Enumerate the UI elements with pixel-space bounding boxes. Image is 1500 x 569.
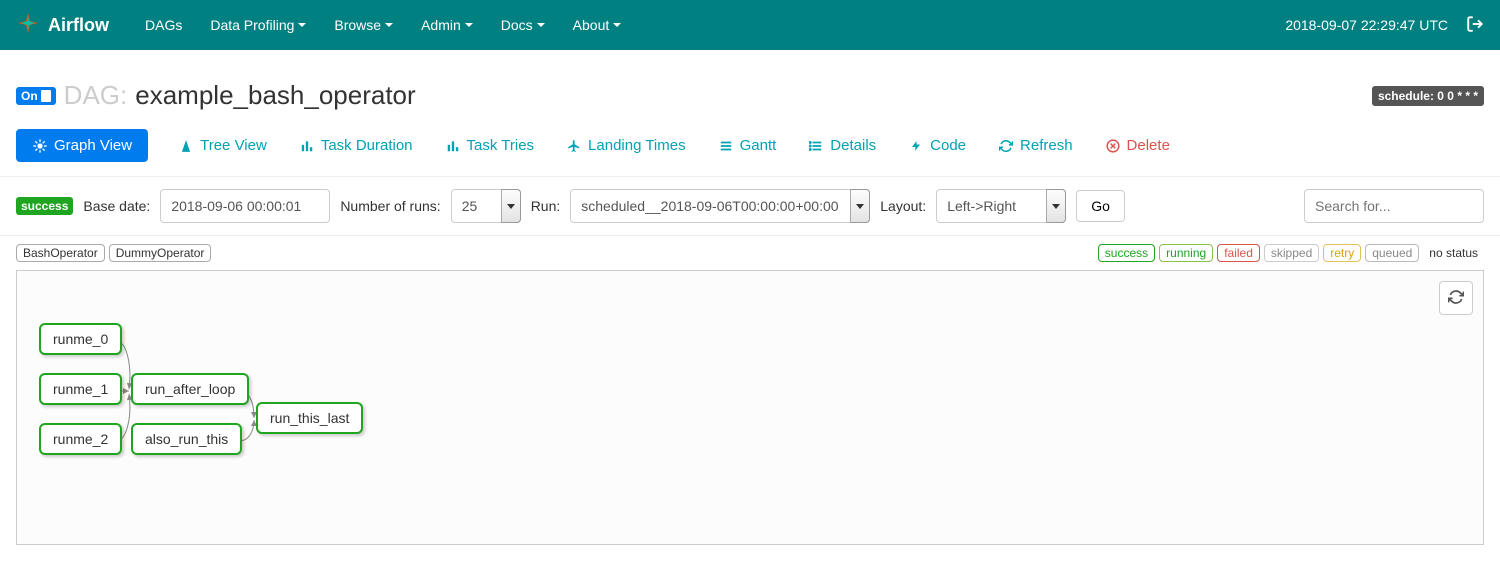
tab-code[interactable]: Code [892, 129, 982, 162]
state-legend: success running failed skipped retry que… [1098, 244, 1484, 262]
controls-row: success Base date: Number of runs: Run: … [0, 177, 1500, 236]
node-run-after-loop[interactable]: run_after_loop [131, 373, 249, 405]
num-runs-label: Number of runs: [340, 198, 440, 214]
delete-icon [1105, 138, 1121, 154]
schedule-badge: schedule: 0 0 * * * [1372, 86, 1484, 106]
tab-task-tries[interactable]: Task Tries [429, 129, 551, 162]
view-tabs: Graph View Tree View Task Duration Task … [0, 121, 1500, 177]
dag-id: example_bash_operator [135, 80, 415, 111]
tab-gantt[interactable]: Gantt [702, 129, 793, 162]
caret-icon [537, 23, 545, 27]
list-icon [718, 138, 734, 154]
run-status-badge: success [16, 197, 73, 215]
list-icon [808, 138, 824, 154]
state-failed[interactable]: failed [1217, 244, 1260, 262]
tab-refresh[interactable]: Refresh [982, 129, 1089, 162]
brand-logo-icon [16, 11, 48, 40]
state-skipped[interactable]: skipped [1264, 244, 1319, 262]
state-retry[interactable]: retry [1323, 244, 1361, 262]
tab-details[interactable]: Details [792, 129, 892, 162]
tab-task-duration[interactable]: Task Duration [283, 129, 429, 162]
dag-label: DAG: [64, 80, 128, 111]
state-queued[interactable]: queued [1365, 244, 1419, 262]
operator-legend: BashOperator DummyOperator [16, 244, 211, 262]
search-input[interactable] [1304, 189, 1484, 223]
node-runme-0[interactable]: runme_0 [39, 323, 122, 355]
state-success[interactable]: success [1098, 244, 1155, 262]
caret-icon [298, 23, 306, 27]
base-date-input[interactable] [160, 189, 330, 223]
tab-delete[interactable]: Delete [1089, 129, 1186, 162]
navbar-right: 2018-09-07 22:29:47 UTC [1285, 15, 1484, 36]
bar-chart-icon [445, 138, 461, 154]
brand-text: Airflow [48, 15, 109, 36]
page-header: On DAG: example_bash_operator schedule: … [0, 50, 1500, 121]
layout-select[interactable] [936, 189, 1066, 223]
navbar: Airflow DAGs Data Profiling Browse Admin… [0, 0, 1500, 50]
operator-bash[interactable]: BashOperator [16, 244, 105, 262]
run-label: Run: [531, 198, 561, 214]
bar-chart-icon [299, 138, 315, 154]
clock: 2018-09-07 22:29:47 UTC [1285, 17, 1448, 33]
caret-icon [385, 23, 393, 27]
tab-tree-view[interactable]: Tree View [162, 129, 283, 162]
tree-icon [178, 138, 194, 154]
nav-menu: DAGs Data Profiling Browse Admin Docs Ab… [131, 9, 1285, 41]
node-runme-2[interactable]: runme_2 [39, 423, 122, 455]
nav-dags[interactable]: DAGs [131, 9, 196, 41]
bolt-icon [908, 138, 924, 154]
node-runme-1[interactable]: runme_1 [39, 373, 122, 405]
nav-data-profiling[interactable]: Data Profiling [196, 9, 320, 41]
base-date-label: Base date: [83, 198, 150, 214]
burst-icon [32, 138, 48, 154]
caret-icon [465, 23, 473, 27]
layout-label: Layout: [880, 198, 926, 214]
graph-canvas[interactable]: runme_0 runme_1 runme_2 run_after_loop a… [16, 270, 1484, 545]
tab-landing-times[interactable]: Landing Times [550, 129, 702, 162]
graph-edges [17, 271, 1483, 544]
refresh-icon [998, 138, 1014, 154]
nav-browse[interactable]: Browse [320, 9, 407, 41]
num-runs-select[interactable] [451, 189, 521, 223]
tab-graph-view[interactable]: Graph View [16, 129, 148, 162]
operator-dummy[interactable]: DummyOperator [109, 244, 212, 262]
state-no-status: no status [1423, 245, 1484, 261]
go-button[interactable]: Go [1076, 190, 1125, 222]
nav-admin[interactable]: Admin [407, 9, 487, 41]
state-running[interactable]: running [1159, 244, 1213, 262]
brand[interactable]: Airflow [16, 11, 109, 40]
nav-docs[interactable]: Docs [487, 9, 559, 41]
nav-about[interactable]: About [559, 9, 636, 41]
run-select[interactable] [570, 189, 870, 223]
plane-icon [566, 138, 582, 154]
caret-icon [613, 23, 621, 27]
dag-toggle[interactable]: On [16, 87, 56, 105]
legend-row: BashOperator DummyOperator success runni… [0, 236, 1500, 270]
node-run-this-last[interactable]: run_this_last [256, 402, 363, 434]
logout-icon[interactable] [1466, 15, 1484, 36]
node-also-run-this[interactable]: also_run_this [131, 423, 242, 455]
